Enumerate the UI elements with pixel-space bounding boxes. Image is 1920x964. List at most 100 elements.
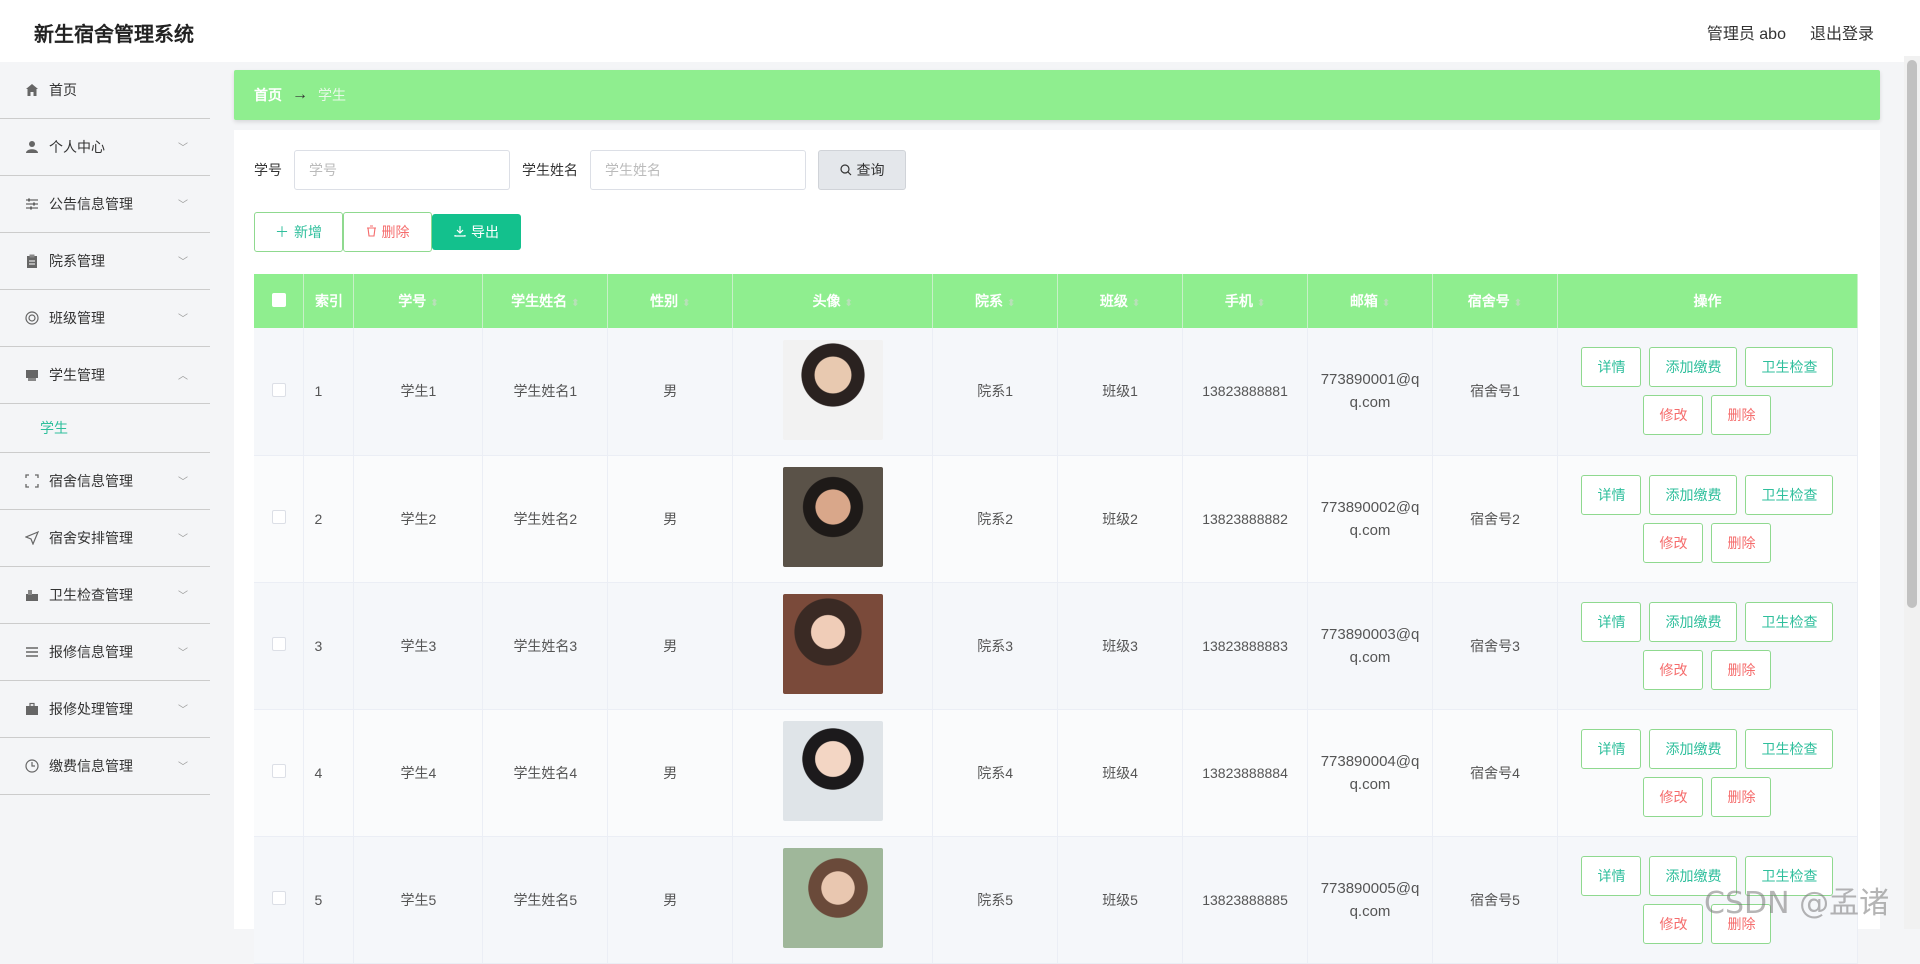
detail-button[interactable]: 详情 [1581,728,1642,769]
arrow-right-icon: → [292,86,308,103]
sort-icon: ⬍ [1256,298,1266,309]
student-name-input[interactable]: 学生姓名 [590,150,806,190]
add-payment-button[interactable]: 添加缴费 [1649,347,1738,388]
add-payment-button[interactable]: 添加缴费 [1649,601,1738,642]
sidebar-subitem-student[interactable]: 学生 [0,404,210,453]
row-checkbox[interactable] [254,455,305,583]
detail-button[interactable]: 详情 [1581,855,1642,896]
sidebar-item-hygiene-check[interactable]: 卫生检查管理 ﹀ [0,567,210,624]
edit-button[interactable]: 修改 [1643,649,1704,690]
column-header[interactable]: 宿舍号 ⬍ [1432,274,1558,328]
header-user-area: 管理员 abo 退出登录 [1707,20,1874,44]
cell-department: 院系5 [932,836,1059,964]
delete-button[interactable]: 删除 [1711,776,1772,817]
export-button[interactable]: 导出 [432,214,521,250]
logout-button[interactable]: 退出登录 [1810,20,1874,44]
edit-button[interactable]: 修改 [1643,522,1704,563]
hygiene-check-button[interactable]: 卫生检查 [1745,347,1834,388]
home-icon [24,82,40,98]
cell-operations: 详情 添加缴费 卫生检查 修改 删除 [1557,709,1859,837]
sidebar-item-repair-handling[interactable]: 报修处理管理 ﹀ [0,681,210,738]
column-header[interactable]: 邮箱 ⬍ [1307,274,1434,328]
column-header[interactable]: 手机 ⬍ [1182,274,1309,328]
breadcrumb-home[interactable]: 首页 [254,85,282,105]
sidebar-item-dorm-arrangement[interactable]: 宿舍安排管理 ﹀ [0,510,210,567]
query-label: 查询 [856,162,885,178]
sidebar-item-classes[interactable]: 班级管理 ﹀ [0,290,210,347]
column-header[interactable]: 学生姓名 ⬍ [482,274,609,328]
sidebar-item-label: 卫生检查管理 [49,587,133,603]
sort-icon: ⬍ [1006,298,1016,309]
row-checkbox[interactable] [254,836,305,964]
sidebar-item-label: 院系管理 [49,253,105,269]
export-label: 导出 [471,224,499,240]
hygiene-check-button[interactable]: 卫生检查 [1745,601,1834,642]
cell-class: 班级1 [1057,328,1184,456]
delete-button[interactable]: 删除 [1711,395,1772,436]
query-button[interactable]: 查询 [818,150,906,190]
row-checkbox[interactable] [254,582,305,710]
cell-student-name: 学生姓名5 [482,836,609,964]
edit-button[interactable]: 修改 [1643,395,1704,436]
cell-index: 2 [303,455,355,583]
batch-delete-button[interactable]: 删除 [343,212,432,252]
fullscreen-icon [24,473,40,489]
scrollbar-thumb[interactable] [1907,60,1917,608]
sidebar-item-announcements[interactable]: 公告信息管理 ﹀ [0,176,210,233]
row-checkbox[interactable] [254,328,305,456]
sidebar-item-personal-center[interactable]: 个人中心 ﹀ [0,119,210,176]
top-header: 新生宿舍管理系统 管理员 abo 退出登录 [0,0,1920,62]
cell-index: 1 [303,328,355,456]
app-title: 新生宿舍管理系统 [34,24,194,46]
add-payment-button[interactable]: 添加缴费 [1649,728,1738,769]
sidebar-item-label: 宿舍安排管理 [49,530,133,546]
send-icon [24,530,40,546]
detail-button[interactable]: 详情 [1581,601,1642,642]
sort-icon: ⬍ [682,298,691,309]
sidebar-item-departments[interactable]: 院系管理 ﹀ [0,233,210,290]
cell-class: 班级3 [1057,582,1184,710]
column-header[interactable]: 院系 ⬍ [932,274,1059,328]
cell-student-name: 学生姓名4 [482,709,609,837]
cell-phone: 13823888883 [1182,582,1309,710]
detail-button[interactable]: 详情 [1581,347,1642,388]
sort-icon: ⬍ [1381,298,1391,309]
breadcrumb-current: 学生 [318,87,346,103]
sidebar-item-students[interactable]: 学生管理 ︿ [0,347,210,404]
sidebar-item-dorm-info[interactable]: 宿舍信息管理 ﹀ [0,453,210,510]
column-header[interactable]: 班级 ⬍ [1057,274,1184,328]
edit-button[interactable]: 修改 [1643,903,1704,944]
cell-index: 4 [303,709,355,837]
delete-button[interactable]: 删除 [1711,649,1772,690]
hygiene-check-button[interactable]: 卫生检查 [1745,728,1834,769]
sidebar-item-label: 宿舍信息管理 [49,473,133,489]
cell-department: 院系2 [932,455,1059,583]
hygiene-check-button[interactable]: 卫生检查 [1745,474,1834,515]
column-header[interactable]: 头像 ⬍ [732,274,934,328]
vertical-scrollbar[interactable] [1904,56,1920,929]
student-no-input[interactable]: 学号 [294,150,510,190]
detail-button[interactable]: 详情 [1581,474,1642,515]
cell-email: 773890003@qq.com [1307,582,1434,710]
table-row: 1 学生1 学生姓名1 男 院系1 班级1 13823888881 773890… [254,328,1859,456]
sort-icon: ⬍ [1131,298,1141,309]
sidebar-item-home[interactable]: 首页 [0,62,210,119]
clock-icon [24,758,40,774]
sidebar-item-payment-info[interactable]: 缴费信息管理 ﹀ [0,738,210,795]
cell-avatar [732,455,934,583]
row-checkbox[interactable] [254,709,305,837]
chevron-down-icon: ﹀ [178,534,188,545]
admin-user-label[interactable]: 管理员 abo [1707,20,1786,44]
cell-class: 班级2 [1057,455,1184,583]
sidebar-item-repair-info[interactable]: 报修信息管理 ﹀ [0,624,210,681]
edit-button[interactable]: 修改 [1643,776,1704,817]
column-header[interactable]: 性别 ⬍ [607,274,734,328]
sidebar-item-label: 公告信息管理 [49,196,133,212]
add-payment-button[interactable]: 添加缴费 [1649,474,1738,515]
select-all-checkbox[interactable] [254,274,305,328]
delete-button[interactable]: 删除 [1711,522,1772,563]
column-header[interactable]: 学号 ⬍ [353,274,484,328]
cell-department: 院系4 [932,709,1059,837]
add-button[interactable]: ＋ 新增 [254,212,343,252]
cell-phone: 13823888882 [1182,455,1309,583]
